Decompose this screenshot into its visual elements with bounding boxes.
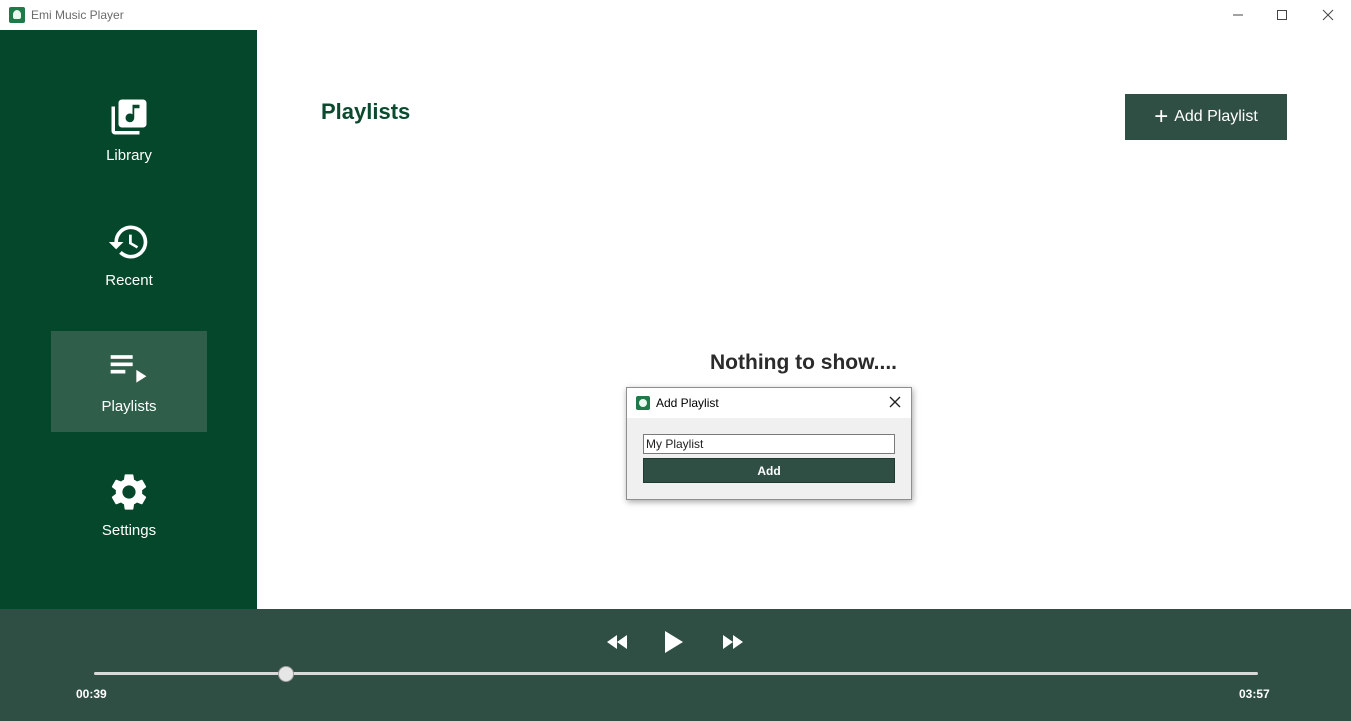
- playlist-name-input[interactable]: [643, 434, 895, 454]
- close-icon: [889, 396, 901, 408]
- gear-icon: [107, 470, 151, 514]
- add-playlist-button[interactable]: + Add Playlist: [1125, 94, 1287, 140]
- app-logo-icon: [636, 396, 650, 410]
- window-title: Emi Music Player: [31, 8, 124, 22]
- sidebar-item-label: Playlists: [101, 398, 157, 415]
- empty-state-message: Nothing to show....: [710, 351, 898, 374]
- dialog-close-button[interactable]: [887, 394, 903, 410]
- sidebar-item-recent[interactable]: Recent: [51, 205, 207, 306]
- minimize-icon: [1233, 14, 1243, 16]
- rewind-button[interactable]: [603, 630, 631, 654]
- rewind-icon: [607, 635, 627, 649]
- add-playlist-dialog: Add Playlist Add: [626, 387, 912, 500]
- playlist-play-icon: [107, 346, 151, 390]
- maximize-button[interactable]: [1259, 0, 1305, 30]
- dialog-title: Add Playlist: [656, 396, 719, 410]
- app-logo-icon: [9, 7, 25, 23]
- sidebar-item-settings[interactable]: Settings: [51, 455, 207, 556]
- sidebar-item-playlists[interactable]: Playlists: [51, 331, 207, 432]
- close-button[interactable]: [1305, 0, 1351, 30]
- play-button[interactable]: [660, 627, 688, 657]
- sidebar: Library Recent Playlists Settings: [0, 30, 257, 609]
- maximize-icon: [1277, 10, 1287, 20]
- fast-forward-button[interactable]: [719, 630, 747, 654]
- add-playlist-label: Add Playlist: [1174, 108, 1258, 125]
- dialog-titlebar: Add Playlist: [627, 388, 911, 418]
- history-icon: [107, 220, 151, 264]
- total-time: 03:57: [1239, 687, 1270, 701]
- dialog-add-button[interactable]: Add: [643, 458, 895, 483]
- window-titlebar: Emi Music Player: [0, 0, 1351, 30]
- sidebar-item-label: Library: [106, 147, 152, 164]
- minimize-button[interactable]: [1215, 0, 1261, 30]
- seek-handle[interactable]: [277, 666, 294, 682]
- library-music-icon: [107, 95, 151, 139]
- sidebar-item-label: Recent: [105, 272, 153, 289]
- seek-bar[interactable]: [94, 672, 1258, 675]
- page-title: Playlists: [321, 99, 411, 124]
- player-bar: 00:39 03:57: [0, 609, 1351, 721]
- sidebar-item-library[interactable]: Library: [51, 80, 207, 181]
- plus-icon: +: [1154, 103, 1169, 130]
- play-icon: [665, 631, 683, 653]
- fast-forward-icon: [723, 635, 743, 649]
- sidebar-item-label: Settings: [101, 522, 157, 539]
- current-time: 00:39: [76, 687, 107, 701]
- close-icon: [1322, 9, 1334, 21]
